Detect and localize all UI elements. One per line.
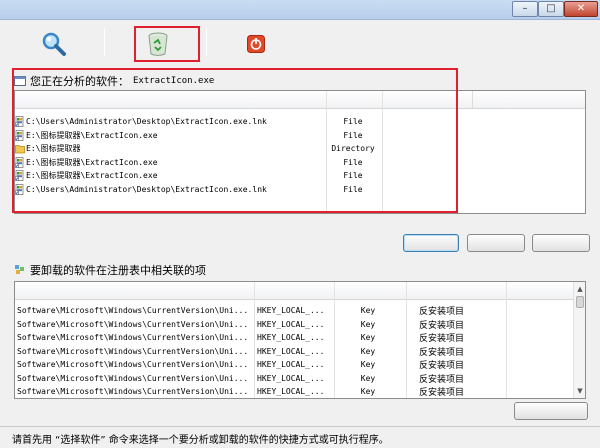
registry-desc: 反安装项目 (419, 361, 465, 372)
highlight-uninstall-tool (134, 26, 200, 62)
registry-root: HKEY_LOCAL_... (257, 360, 325, 370)
column-header-root[interactable] (255, 282, 335, 299)
scroll-up-icon[interactable]: ▲ (575, 284, 585, 294)
toolbar (0, 20, 600, 68)
title-bar: – □ ✕ (0, 0, 600, 20)
status-text: 请首先用 “选择软件” 命令来选择一个要分析或卸载的软件的快捷方式或可执行程序。 (12, 435, 389, 446)
registry-root: HKEY_LOCAL_... (257, 306, 325, 316)
registry-root: HKEY_LOCAL_... (257, 387, 325, 397)
registry-desc: 反安装项目 (419, 320, 465, 331)
toolbar-separator (206, 28, 207, 56)
registry-root: HKEY_LOCAL_... (257, 333, 325, 343)
registry-root: HKEY_LOCAL_... (257, 346, 325, 356)
status-bar: 请首先用 “选择软件” 命令来选择一个要分析或卸载的软件的快捷方式或可执行程序。 (0, 426, 600, 448)
stop-button[interactable] (238, 26, 274, 62)
registry-kind: Key (360, 360, 376, 370)
highlight-analysis-panel (12, 68, 458, 213)
registry-kind: Key (360, 346, 376, 356)
column-header-desc[interactable] (407, 282, 507, 299)
action-button-2[interactable] (467, 234, 525, 252)
table-row[interactable]: Software\Microsoft\Windows\CurrentVersio… (15, 331, 585, 345)
table-row[interactable]: Software\Microsoft\Windows\CurrentVersio… (15, 318, 585, 332)
list-header (15, 282, 585, 300)
registry-header: 要卸载的软件在注册表中相关联的项 (14, 262, 206, 278)
registry-desc: 反安装项目 (419, 388, 465, 399)
registry-desc: 反安装项目 (419, 307, 465, 318)
registry-key-name: Software\Microsoft\Windows\CurrentVersio… (17, 306, 249, 316)
registry-root: HKEY_LOCAL_... (257, 319, 325, 329)
registry-kind: Key (360, 333, 376, 343)
table-row[interactable]: Software\Microsoft\Windows\CurrentVersio… (15, 304, 585, 318)
registry-key-name: Software\Microsoft\Windows\CurrentVersio… (17, 346, 249, 356)
registry-icon (15, 265, 24, 274)
registry-key-name: Software\Microsoft\Windows\CurrentVersio… (17, 319, 249, 329)
registry-key-name: Software\Microsoft\Windows\CurrentVersio… (17, 387, 249, 397)
scroll-thumb[interactable] (576, 296, 584, 308)
registry-rows: Software\Microsoft\Windows\CurrentVersio… (15, 304, 585, 399)
registry-kind: Key (360, 319, 376, 329)
table-row[interactable]: Software\Microsoft\Windows\CurrentVersio… (15, 358, 585, 372)
registry-key-name: Software\Microsoft\Windows\CurrentVersio… (17, 373, 249, 383)
registry-desc: 反安装项目 (419, 347, 465, 358)
registry-kind: Key (360, 306, 376, 316)
maximize-button[interactable]: □ (538, 1, 564, 17)
registry-label: 要卸载的软件在注册表中相关联的项 (30, 264, 206, 277)
registry-key-name: Software\Microsoft\Windows\CurrentVersio… (17, 333, 249, 343)
vertical-scrollbar[interactable]: ▲ ▼ (573, 282, 585, 398)
magnifier-icon (42, 32, 66, 56)
registry-desc: 反安装项目 (419, 334, 465, 345)
action-button-3[interactable] (532, 234, 590, 252)
registry-root: HKEY_LOCAL_... (257, 373, 325, 383)
scroll-down-icon[interactable]: ▼ (575, 386, 585, 396)
action-button-4[interactable] (514, 402, 588, 420)
action-button-1[interactable] (403, 234, 459, 252)
column-header-name[interactable] (15, 282, 255, 299)
toolbar-separator (104, 28, 105, 56)
analyze-button[interactable] (36, 26, 72, 62)
table-row[interactable]: Software\Microsoft\Windows\CurrentVersio… (15, 385, 585, 399)
power-icon (247, 35, 265, 53)
table-row[interactable]: Software\Microsoft\Windows\CurrentVersio… (15, 345, 585, 359)
close-button[interactable]: ✕ (564, 1, 598, 17)
registry-kind: Key (360, 373, 376, 383)
minimize-button[interactable]: – (512, 1, 538, 17)
registry-desc: 反安装项目 (419, 374, 465, 385)
registry-kind: Key (360, 387, 376, 397)
registry-list[interactable]: Software\Microsoft\Windows\CurrentVersio… (14, 281, 586, 399)
table-row[interactable]: Software\Microsoft\Windows\CurrentVersio… (15, 372, 585, 386)
column-header-kind[interactable] (335, 282, 407, 299)
registry-key-name: Software\Microsoft\Windows\CurrentVersio… (17, 360, 249, 370)
